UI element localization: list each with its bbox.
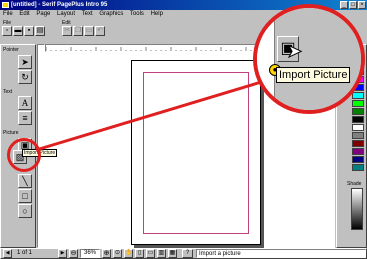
small-highlight-circle: [7, 138, 41, 172]
mouse-cursor-icon: ➤: [286, 41, 303, 61]
callout-line: [35, 78, 269, 152]
zoomed-ruler: [257, 8, 275, 110]
zoomed-import-picture-label: Import Picture: [276, 67, 351, 83]
zoom-callout-circle: ▣ ● Import Picture ➤: [253, 4, 365, 114]
